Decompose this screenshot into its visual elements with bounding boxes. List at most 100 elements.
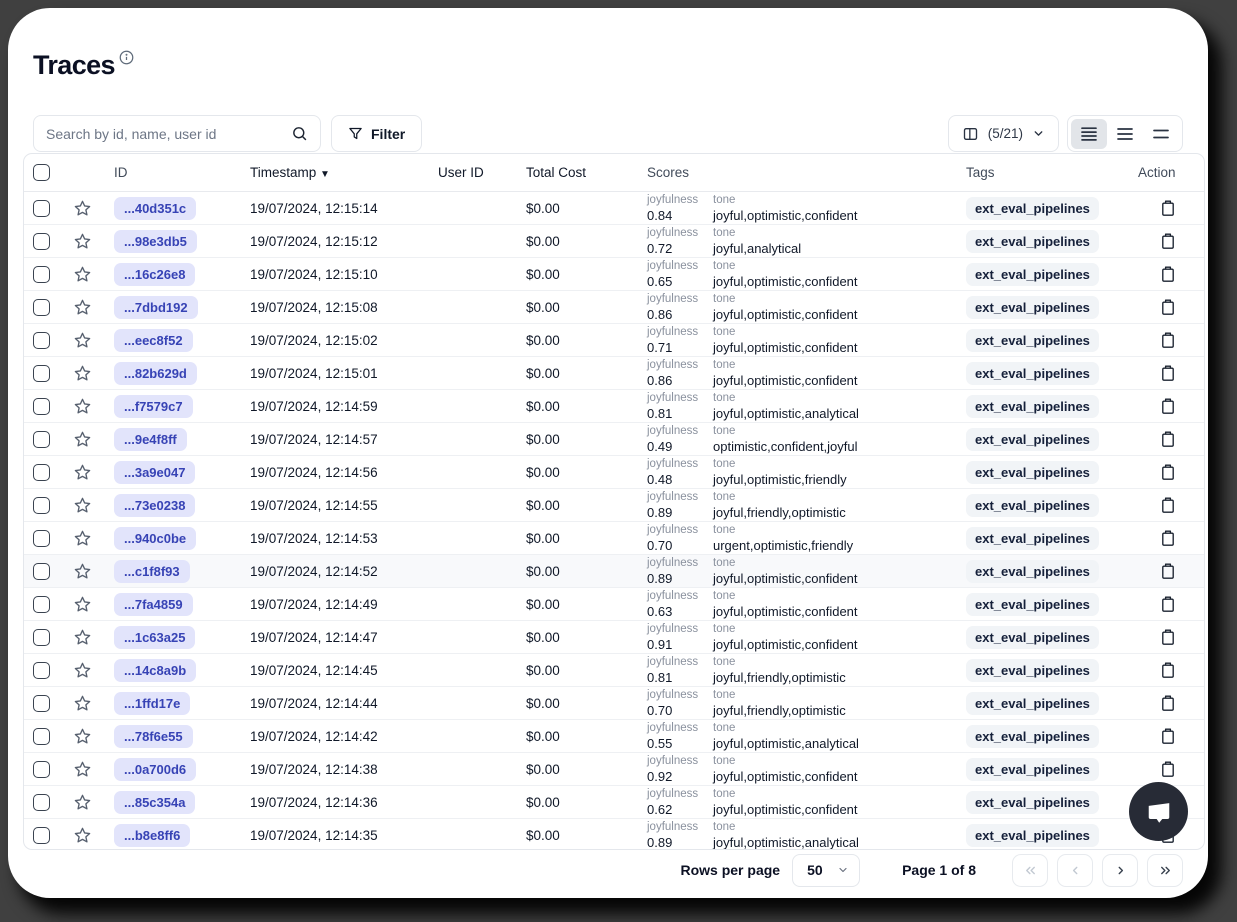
table-row[interactable]: ...0a700d6 19/07/2024, 12:14:38 $0.00 jo… [24,753,1204,786]
row-checkbox[interactable] [33,332,50,349]
star-icon[interactable] [73,298,92,317]
trace-id-badge[interactable]: ...b8e8ff6 [114,824,190,847]
table-row[interactable]: ...78f6e55 19/07/2024, 12:14:42 $0.00 jo… [24,720,1204,753]
table-row[interactable]: ...85c354a 19/07/2024, 12:14:36 $0.00 jo… [24,786,1204,819]
trash-icon[interactable] [1160,331,1176,349]
trace-tag-badge[interactable]: ext_eval_pipelines [966,428,1099,451]
row-height-dense-icon[interactable] [1071,119,1107,149]
row-checkbox[interactable] [33,233,50,250]
row-checkbox[interactable] [33,299,50,316]
table-row[interactable]: ...3a9e047 19/07/2024, 12:14:56 $0.00 jo… [24,456,1204,489]
trash-icon[interactable] [1160,364,1176,382]
table-row[interactable]: ...14c8a9b 19/07/2024, 12:14:45 $0.00 jo… [24,654,1204,687]
column-header-user-id[interactable]: User ID [432,165,520,180]
table-row[interactable]: ...73e0238 19/07/2024, 12:14:55 $0.00 jo… [24,489,1204,522]
last-page-icon[interactable] [1147,854,1183,887]
trace-id-badge[interactable]: ...85c354a [114,791,195,814]
star-icon[interactable] [73,397,92,416]
star-icon[interactable] [73,430,92,449]
column-header-id[interactable]: ID [104,165,244,180]
table-row[interactable]: ...98e3db5 19/07/2024, 12:15:12 $0.00 jo… [24,225,1204,258]
info-icon[interactable] [119,50,134,65]
trace-tag-badge[interactable]: ext_eval_pipelines [966,626,1099,649]
table-row[interactable]: ...c1f8f93 19/07/2024, 12:14:52 $0.00 jo… [24,555,1204,588]
search-input[interactable] [34,126,278,142]
trace-tag-badge[interactable]: ext_eval_pipelines [966,197,1099,220]
trace-tag-badge[interactable]: ext_eval_pipelines [966,461,1099,484]
trace-id-badge[interactable]: ...73e0238 [114,494,195,517]
row-checkbox[interactable] [33,398,50,415]
star-icon[interactable] [73,529,92,548]
trace-id-badge[interactable]: ...9e4f8ff [114,428,187,451]
row-checkbox[interactable] [33,200,50,217]
table-row[interactable]: ...9e4f8ff 19/07/2024, 12:14:57 $0.00 jo… [24,423,1204,456]
select-all-checkbox[interactable] [33,164,50,181]
star-icon[interactable] [73,496,92,515]
trash-icon[interactable] [1160,595,1176,613]
trace-id-badge[interactable]: ...0a700d6 [114,758,196,781]
trash-icon[interactable] [1160,199,1176,217]
row-checkbox[interactable] [33,827,50,844]
trace-tag-badge[interactable]: ext_eval_pipelines [966,395,1099,418]
row-checkbox[interactable] [33,530,50,547]
prev-page-icon[interactable] [1057,854,1093,887]
row-checkbox[interactable] [33,266,50,283]
star-icon[interactable] [73,199,92,218]
trace-id-badge[interactable]: ...16c26e8 [114,263,195,286]
star-icon[interactable] [73,463,92,482]
row-height-tall-icon[interactable] [1143,119,1179,149]
rows-per-page-select[interactable]: 50 [792,854,860,887]
table-row[interactable]: ...7fa4859 19/07/2024, 12:14:49 $0.00 jo… [24,588,1204,621]
table-row[interactable]: ...1c63a25 19/07/2024, 12:14:47 $0.00 jo… [24,621,1204,654]
trace-tag-badge[interactable]: ext_eval_pipelines [966,296,1099,319]
table-row[interactable]: ...eec8f52 19/07/2024, 12:15:02 $0.00 jo… [24,324,1204,357]
trace-tag-badge[interactable]: ext_eval_pipelines [966,824,1099,847]
trace-tag-badge[interactable]: ext_eval_pipelines [966,758,1099,781]
filter-button[interactable]: Filter [331,115,422,152]
trace-tag-badge[interactable]: ext_eval_pipelines [966,692,1099,715]
trash-icon[interactable] [1160,430,1176,448]
row-checkbox[interactable] [33,629,50,646]
table-row[interactable]: ...16c26e8 19/07/2024, 12:15:10 $0.00 jo… [24,258,1204,291]
trace-tag-badge[interactable]: ext_eval_pipelines [966,659,1099,682]
trash-icon[interactable] [1160,694,1176,712]
trace-tag-badge[interactable]: ext_eval_pipelines [966,593,1099,616]
trace-id-badge[interactable]: ...1ffd17e [114,692,190,715]
column-header-timestamp[interactable]: Timestamp ▼ [244,165,432,180]
row-checkbox[interactable] [33,365,50,382]
row-checkbox[interactable] [33,563,50,580]
star-icon[interactable] [73,727,92,746]
table-row[interactable]: ...b8e8ff6 19/07/2024, 12:14:35 $0.00 jo… [24,819,1204,850]
table-row[interactable]: ...940c0be 19/07/2024, 12:14:53 $0.00 jo… [24,522,1204,555]
table-row[interactable]: ...82b629d 19/07/2024, 12:15:01 $0.00 jo… [24,357,1204,390]
table-row[interactable]: ...1ffd17e 19/07/2024, 12:14:44 $0.00 jo… [24,687,1204,720]
row-checkbox[interactable] [33,761,50,778]
first-page-icon[interactable] [1012,854,1048,887]
row-checkbox[interactable] [33,497,50,514]
row-checkbox[interactable] [33,662,50,679]
trace-id-badge[interactable]: ...82b629d [114,362,197,385]
trace-id-badge[interactable]: ...3a9e047 [114,461,195,484]
search-icon[interactable] [278,116,320,151]
star-icon[interactable] [73,562,92,581]
star-icon[interactable] [73,265,92,284]
trash-icon[interactable] [1160,661,1176,679]
table-row[interactable]: ...f7579c7 19/07/2024, 12:14:59 $0.00 jo… [24,390,1204,423]
star-icon[interactable] [73,331,92,350]
trash-icon[interactable] [1160,628,1176,646]
trash-icon[interactable] [1160,562,1176,580]
trace-id-badge[interactable]: ...14c8a9b [114,659,196,682]
trash-icon[interactable] [1160,298,1176,316]
column-header-tags[interactable]: Tags [960,165,1132,180]
trace-tag-badge[interactable]: ext_eval_pipelines [966,362,1099,385]
trace-tag-badge[interactable]: ext_eval_pipelines [966,560,1099,583]
star-icon[interactable] [73,826,92,845]
trace-tag-badge[interactable]: ext_eval_pipelines [966,494,1099,517]
trace-id-badge[interactable]: ...40d351c [114,197,196,220]
trace-tag-badge[interactable]: ext_eval_pipelines [966,263,1099,286]
trace-id-badge[interactable]: ...eec8f52 [114,329,193,352]
star-icon[interactable] [73,232,92,251]
trace-id-badge[interactable]: ...940c0be [114,527,196,550]
chat-widget-button[interactable] [1129,782,1188,841]
row-height-medium-icon[interactable] [1107,119,1143,149]
